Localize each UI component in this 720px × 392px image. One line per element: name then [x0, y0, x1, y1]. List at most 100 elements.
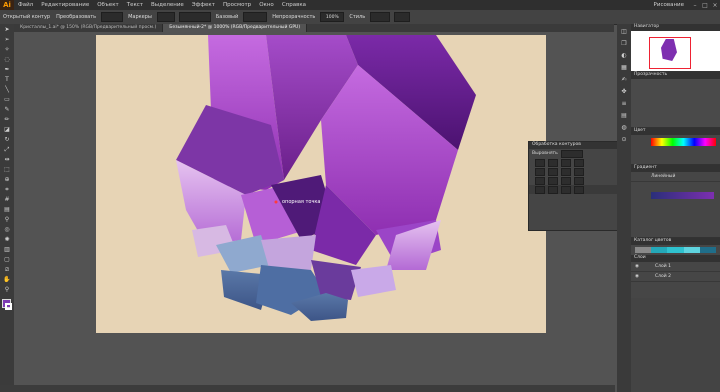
- shape-builder-icon[interactable]: ⊕: [2, 175, 12, 184]
- distribute-3-icon[interactable]: [561, 167, 571, 176]
- eyedropper-icon[interactable]: ⚲: [2, 215, 12, 224]
- line-tool-icon[interactable]: ╲: [2, 85, 12, 94]
- menu-item-object[interactable]: Объект: [93, 2, 123, 8]
- artboard-tool-icon[interactable]: ▢: [2, 255, 12, 264]
- color-tab[interactable]: Цвет: [631, 128, 720, 135]
- close-icon[interactable]: ×: [710, 1, 720, 9]
- menu-item-window[interactable]: Окно: [255, 2, 278, 8]
- navigator-panel-title[interactable]: Навигатор: [631, 24, 720, 31]
- unite-icon[interactable]: [535, 176, 545, 185]
- brush-field[interactable]: [243, 12, 268, 22]
- tab-document-1[interactable]: Кристаллы_1.ai* @ 150% (RGB/Предваритель…: [14, 24, 164, 32]
- eye-icon[interactable]: ◉: [635, 274, 639, 279]
- transparency-icon[interactable]: ◍: [619, 122, 629, 132]
- artboard[interactable]: опорная точка: [96, 35, 546, 333]
- eye-icon[interactable]: ◉: [635, 264, 639, 269]
- graph-tool-icon[interactable]: ▥: [2, 245, 12, 254]
- menu-item-edit[interactable]: Редактирование: [37, 2, 93, 8]
- symbol-sprayer-icon[interactable]: ✺: [2, 235, 12, 244]
- layer-name-2[interactable]: Слой 2: [655, 274, 671, 279]
- distribute-4-icon[interactable]: [574, 167, 584, 176]
- tab-document-2[interactable]: Безымянный-2* @ 1000% (RGB/Предварительн…: [163, 24, 308, 32]
- paintbrush-icon[interactable]: ✎: [2, 105, 12, 114]
- transparency-title[interactable]: Прозрачность: [631, 72, 720, 79]
- rectangle-tool-icon[interactable]: ▭: [2, 95, 12, 104]
- stroke-style-label[interactable]: Базовый: [213, 14, 241, 20]
- free-transform-icon[interactable]: ⬚: [2, 165, 12, 174]
- blend-tool-icon[interactable]: ◎: [2, 225, 12, 234]
- scale-tool-icon[interactable]: ⤢: [2, 145, 12, 154]
- opacity-input[interactable]: 100%: [320, 12, 345, 22]
- menu-item-file[interactable]: Файл: [14, 2, 37, 8]
- handles-toggle[interactable]: [156, 12, 175, 22]
- distribute-1-icon[interactable]: [535, 167, 545, 176]
- gradient-tool-icon[interactable]: ▤: [2, 205, 12, 214]
- merge-icon[interactable]: [561, 185, 571, 194]
- gradient-tab[interactable]: Градиент: [631, 165, 720, 172]
- perspective-grid-icon[interactable]: ⌗: [2, 185, 12, 194]
- intersect-icon[interactable]: [561, 176, 571, 185]
- divide-icon[interactable]: [535, 185, 545, 194]
- selection-tool-icon[interactable]: ➤: [2, 25, 12, 34]
- gradient-type-value[interactable]: Линейный: [651, 174, 675, 179]
- workspace-switcher[interactable]: Рисование: [648, 2, 690, 8]
- rotate-tool-icon[interactable]: ↻: [2, 135, 12, 144]
- crystal-artwork[interactable]: опорная точка: [96, 35, 546, 333]
- navigator-icon[interactable]: ◫: [619, 26, 629, 36]
- navigator-preview[interactable]: [631, 31, 720, 71]
- menu-item-view[interactable]: Просмотр: [219, 2, 255, 8]
- transform-label[interactable]: Преобразовать: [53, 14, 99, 20]
- stroke-swatch[interactable]: [5, 303, 12, 310]
- menu-item-type[interactable]: Текст: [123, 2, 147, 8]
- stroke-icon[interactable]: ≡: [619, 98, 629, 108]
- swatch-row[interactable]: [635, 247, 717, 253]
- brushes-icon[interactable]: ✍: [619, 74, 629, 84]
- menu-item-effect[interactable]: Эффект: [188, 2, 219, 8]
- stroke-weight-field[interactable]: [178, 12, 211, 22]
- color-icon[interactable]: ◐: [619, 50, 629, 60]
- swatch-library-title[interactable]: Каталог цветов: [631, 238, 720, 245]
- style-swatch[interactable]: [370, 12, 391, 22]
- menu-item-help[interactable]: Справка: [278, 2, 310, 8]
- pencil-icon[interactable]: ✏: [2, 115, 12, 124]
- layer-row-1[interactable]: ◉ Слой 1: [631, 262, 720, 272]
- lasso-icon[interactable]: ◌: [2, 55, 12, 64]
- exclude-icon[interactable]: [574, 176, 584, 185]
- layer-name-1[interactable]: Слой 1: [655, 264, 671, 269]
- align-right-icon[interactable]: [561, 158, 571, 167]
- pen-tool-icon[interactable]: ✒: [2, 65, 12, 74]
- symbols-icon[interactable]: ✤: [619, 86, 629, 96]
- swatches-icon[interactable]: ▦: [619, 62, 629, 72]
- magic-wand-icon[interactable]: ✧: [2, 45, 12, 54]
- align-center-icon[interactable]: [548, 158, 558, 167]
- type-tool-icon[interactable]: T: [2, 75, 12, 84]
- layers-icon[interactable]: ❐: [619, 38, 629, 48]
- width-tool-icon[interactable]: ⇹: [2, 155, 12, 164]
- align-dropdown[interactable]: [560, 149, 583, 158]
- fill-stroke-swatches[interactable]: [0, 298, 14, 314]
- crop-icon[interactable]: [574, 185, 584, 194]
- align-left-icon[interactable]: [535, 158, 545, 167]
- layer-row-2[interactable]: ◉ Слой 2: [631, 272, 720, 282]
- color-spectrum[interactable]: [651, 138, 716, 146]
- align-top-icon[interactable]: [574, 158, 584, 167]
- direct-selection-tool-icon[interactable]: ➢: [2, 35, 12, 44]
- minimize-icon[interactable]: –: [690, 1, 700, 9]
- zoom-tool-icon[interactable]: ⚲: [2, 285, 12, 294]
- maximize-icon[interactable]: □: [700, 1, 710, 9]
- anchor-convert-field[interactable]: [101, 12, 124, 22]
- distribute-2-icon[interactable]: [548, 167, 558, 176]
- align-icon[interactable]: [394, 12, 411, 22]
- gradient-slider[interactable]: [651, 192, 714, 199]
- anchor-point-icon[interactable]: [274, 200, 278, 204]
- minus-front-icon[interactable]: [548, 176, 558, 185]
- eraser-icon[interactable]: ◪: [2, 125, 12, 134]
- menu-item-select[interactable]: Выделение: [147, 2, 188, 8]
- trim-icon[interactable]: [548, 185, 558, 194]
- gradient-icon[interactable]: ▤: [619, 110, 629, 120]
- slice-tool-icon[interactable]: ⧄: [2, 265, 12, 274]
- layers-tab[interactable]: Слои: [631, 255, 720, 262]
- mesh-tool-icon[interactable]: #: [2, 195, 12, 204]
- appearance-icon[interactable]: ⊙: [619, 134, 629, 144]
- hand-tool-icon[interactable]: ✋: [2, 275, 12, 284]
